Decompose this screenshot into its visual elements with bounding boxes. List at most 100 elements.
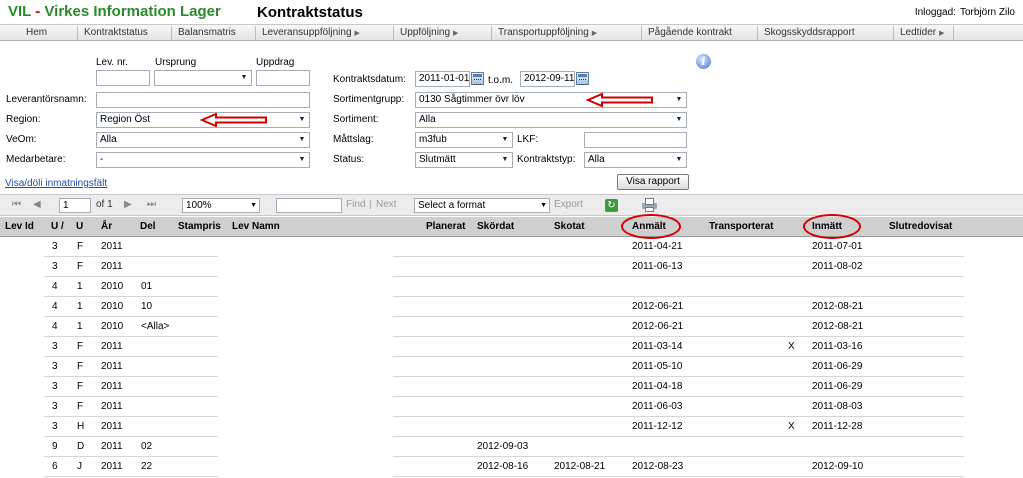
table-row[interactable]: 4 1 2010 01 (0, 277, 1023, 297)
nav-item-ledtider[interactable]: Ledtider ▶ (894, 26, 954, 40)
page-number-input[interactable]: 1 (59, 198, 91, 213)
lkf-input[interactable] (584, 132, 687, 148)
table-row[interactable]: 4 1 2010 <Alla> 2012-06-21 2012-08-21 (0, 317, 1023, 337)
table-row[interactable]: 3 F 2011 2011-04-18 2011-06-29 (0, 377, 1023, 397)
cell-inmatt: 2012-09-10 (812, 461, 864, 472)
refresh-icon[interactable]: ↻ (605, 199, 618, 212)
cell-u1: J (77, 461, 82, 472)
sortimentgrupp-label: Sortimentgrupp: (333, 94, 405, 105)
col-header-ar[interactable]: År (101, 221, 112, 232)
find-separator: | (369, 199, 372, 210)
sortimentgrupp-value: 0130 Sågtimmer övr löv (419, 94, 525, 105)
col-header-del[interactable]: Del (140, 221, 156, 232)
nav-item-hem[interactable]: Hem (20, 26, 78, 40)
brand-abbrev: VIL (8, 3, 32, 20)
print-icon[interactable] (642, 198, 657, 212)
nav-item-kontraktstatus[interactable]: Kontraktstatus (78, 26, 172, 40)
nav-label: Kontraktstatus (84, 27, 148, 38)
cell-anmalt: 2011-06-03 (632, 401, 683, 412)
sortiment-select[interactable]: Alla ▼ (415, 112, 687, 128)
table-row[interactable]: 3 F 2011 2011-06-03 2011-08-03 (0, 397, 1023, 417)
info-icon[interactable]: i (696, 54, 711, 69)
kontraktstyp-select[interactable]: Alla ▼ (584, 152, 687, 168)
toggle-input-fields-link[interactable]: Visa/döli inmatningsfält (5, 178, 107, 189)
table-row[interactable]: 3 F 2011 2011-04-21 2011-07-01 (0, 237, 1023, 257)
show-report-button[interactable]: Visa rapport (617, 174, 689, 190)
dropdown-arrow-icon: ▼ (298, 156, 306, 163)
cell-ar: 2010 (101, 321, 124, 332)
table-row[interactable]: 3 H 2011 2011-12-12 X 2011-12-28 (0, 417, 1023, 437)
table-row[interactable]: 3 F 2011 2011-03-14 X 2011-03-16 (0, 337, 1023, 357)
export-button[interactable]: Export (554, 199, 583, 210)
first-page-icon[interactable]: ⏮ (12, 199, 21, 210)
table-row[interactable]: 3 F 2011 2011-06-13 2011-08-02 (0, 257, 1023, 277)
cell-anmalt: 2012-06-21 (632, 301, 684, 312)
last-page-icon[interactable]: ⏭ (147, 199, 156, 210)
cell-inmatt: 2012-08-21 (812, 301, 864, 312)
cell-lev-id: 3 (52, 341, 58, 352)
nav-item-transportuppfoljning[interactable]: Transportuppföljning ▶ (492, 26, 642, 40)
filter-form: Lev. nr. Ursprung Uppdrag ▼ Leverantörsn… (0, 42, 1023, 192)
col-header-slutredovisat[interactable]: Slutredovisat (889, 221, 952, 232)
calendar-to-icon[interactable] (576, 72, 589, 85)
cell-lev-id: 3 (52, 401, 58, 412)
leverantorsnamn-input[interactable] (96, 92, 310, 108)
status-select[interactable]: Slutmätt ▼ (415, 152, 513, 168)
kontraktsdatum-to-input[interactable]: 2012-09-11 (520, 71, 575, 87)
col-header-stampris[interactable]: Stampris (178, 221, 221, 232)
next-page-icon[interactable]: ▶ (124, 199, 132, 210)
cell-lev-id: 3 (52, 361, 58, 372)
col-header-u2[interactable]: U (76, 221, 83, 232)
col-header-lev-id[interactable]: Lev Id (5, 221, 34, 232)
cell-lev-id: 3 (52, 241, 58, 252)
col-header-planerat[interactable]: Planerat (426, 221, 465, 232)
nav-item-uppfoljning[interactable]: Uppföljning ▶ (394, 26, 492, 40)
table-row[interactable]: 6 J 2011 22 2012-08-16 2012-08-21 2012-08-23 20… (0, 457, 1023, 477)
cell-ar: 2011 (101, 381, 123, 392)
find-input[interactable] (276, 198, 342, 213)
find-next-button[interactable]: Next (376, 199, 397, 210)
cell-anmalt: 2011-04-21 (632, 241, 683, 252)
table-row[interactable]: 3 F 2011 2011-05-10 2011-06-29 (0, 357, 1023, 377)
table-row[interactable]: 4 1 2010 10 2012-06-21 2012-08-21 (0, 297, 1023, 317)
lev-nr-input[interactable] (96, 70, 150, 86)
find-button[interactable]: Find (346, 199, 365, 210)
cell-ar: 2010 (101, 281, 124, 292)
mattslag-select[interactable]: m3fub ▼ (415, 132, 513, 148)
nav-item-balansmatris[interactable]: Balansmatris (172, 26, 256, 40)
zoom-select[interactable]: 100% ▼ (182, 198, 260, 213)
cell-u1: F (77, 241, 84, 252)
kontraktsdatum-from-input[interactable]: 2011-01-01 (415, 71, 470, 87)
col-header-skotat[interactable]: Skotat (554, 221, 585, 232)
veom-select[interactable]: Alla ▼ (96, 132, 310, 148)
app-brand[interactable]: VIL - Virkes Information Lager (8, 3, 221, 20)
app-header: VIL - Virkes Information Lager Kontrakts… (0, 0, 1023, 24)
cell-u1: F (77, 341, 84, 352)
medarbetare-select[interactable]: - ▼ (96, 152, 310, 168)
ursprung-select[interactable]: ▼ (154, 70, 252, 86)
previous-page-icon[interactable]: ◀ (33, 199, 41, 210)
col-header-skordat[interactable]: Skördat (477, 221, 514, 232)
export-format-select[interactable]: Select a format ▼ (414, 198, 550, 213)
nav-item-skogsskyddsrapport[interactable]: Skogsskyddsrapport (758, 26, 894, 40)
cell-u1: 1 (77, 301, 83, 312)
main-nav: Hem Kontraktstatus Balansmatris Leverans… (0, 24, 1023, 41)
row-divider (44, 476, 218, 477)
nav-item-pagaende-kontrakt[interactable]: Pågående kontrakt (642, 26, 758, 40)
cell-ar: 2011 (101, 441, 123, 452)
table-row[interactable]: 9 D 2011 02 2012-09-03 (0, 437, 1023, 457)
cell-skotat: 2012-08-21 (554, 461, 606, 472)
uppdrag-label: Uppdrag (256, 57, 295, 68)
col-header-u1[interactable]: U / (51, 221, 64, 232)
cell-ar: 2011 (101, 361, 123, 372)
page-title: Kontraktstatus (257, 4, 363, 21)
cell-anmalt: 2011-12-12 (632, 421, 683, 432)
col-header-lev-namn[interactable]: Lev Namn (232, 221, 280, 232)
nav-item-leveransuppfoljning[interactable]: Leveransuppföljning ▶ (256, 26, 394, 40)
uppdrag-input[interactable] (256, 70, 310, 86)
col-header-transporterat[interactable]: Transporterat (709, 221, 773, 232)
tom-label: t.o.m. (488, 75, 514, 86)
calendar-from-icon[interactable] (471, 72, 484, 85)
cell-ar: 2011 (101, 461, 123, 472)
nav-label: Uppföljning (400, 27, 451, 38)
